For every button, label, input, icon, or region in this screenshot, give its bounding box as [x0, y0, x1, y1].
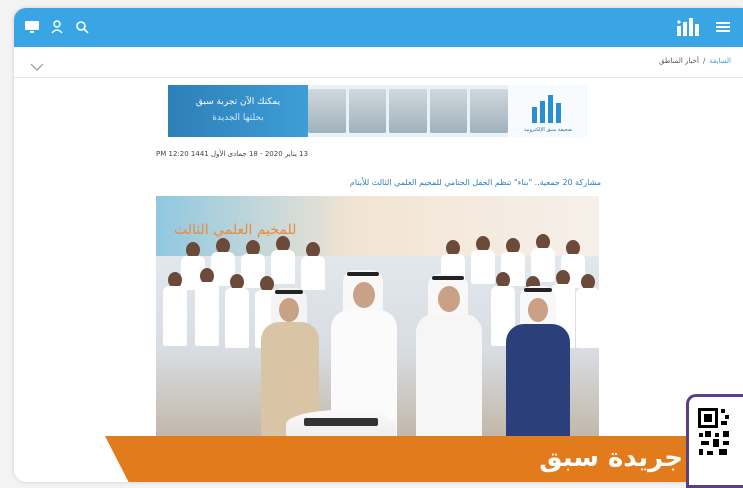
face: [279, 298, 299, 322]
qr-code-box: [686, 394, 743, 488]
podium-device: [304, 418, 378, 426]
student: [471, 250, 495, 284]
site-header: [14, 8, 743, 47]
banner-line1: يمكنك الآن تجربة سبق: [195, 97, 281, 107]
banner-thumb: [470, 89, 508, 133]
student: [301, 256, 325, 290]
banner-thumb: [348, 89, 387, 133]
breadcrumb-bar: السابقة / أخبار المناطق: [14, 47, 743, 78]
student: [271, 250, 295, 284]
banner-text-panel: [168, 85, 308, 137]
face: [353, 282, 375, 308]
article-photo[interactable]: للمخيم العلمي الثالث: [156, 196, 599, 476]
header-right-icons: [675, 16, 731, 38]
banner-screenshots: [308, 89, 508, 133]
banner-thumb: [389, 89, 427, 133]
banner-logo-caption: صحيفة سبق الإلكترونية: [523, 127, 573, 133]
sabq-logo: [528, 93, 568, 125]
chevron-down-icon[interactable]: [30, 57, 44, 71]
sabq-logo[interactable]: [675, 16, 705, 38]
breadcrumb-separator: /: [702, 57, 706, 65]
breadcrumb: السابقة / أخبار المناطق: [659, 57, 731, 65]
promo-banner[interactable]: يمكنك الآن تجربة سبق بحلتها الجديدة صحيف…: [168, 85, 588, 137]
banner-line2: بحلتها الجديدة: [212, 113, 264, 123]
user-icon[interactable]: [49, 19, 65, 35]
header-left-icons: [24, 19, 90, 35]
face: [528, 298, 548, 322]
banner-thumb: [308, 89, 346, 133]
photo-wall-text: للمخيم العلمي الثالث: [174, 222, 297, 238]
agal: [275, 290, 303, 294]
student: [225, 288, 249, 348]
qr-code-icon: [697, 407, 731, 477]
menu-icon[interactable]: [715, 19, 731, 35]
search-icon[interactable]: [74, 19, 90, 35]
overlay-brand-text: جريدة سبق: [539, 443, 683, 473]
breadcrumb-current[interactable]: أخبار المناطق: [659, 57, 699, 65]
banner-thumb: [429, 89, 468, 133]
agal: [347, 272, 379, 276]
face: [438, 286, 460, 312]
article-headline[interactable]: مشاركة 20 جمعية.. "بناء" تنظم الحفل الخت…: [350, 178, 601, 187]
agal: [432, 276, 464, 280]
monitor-icon[interactable]: [24, 19, 40, 35]
browser-page: السابقة / أخبار المناطق يمكنك الآن تجربة…: [14, 8, 743, 482]
student: [163, 286, 187, 346]
breadcrumb-home-link[interactable]: السابقة: [709, 57, 731, 65]
article-meta: 13 يناير 2020 - 18 جمادى الأول 1441 12:2…: [156, 150, 309, 158]
student: [576, 288, 599, 348]
banner-logo-area: صحيفة سبق الإلكترونية: [508, 85, 588, 137]
student: [195, 282, 219, 346]
agal: [524, 288, 552, 292]
